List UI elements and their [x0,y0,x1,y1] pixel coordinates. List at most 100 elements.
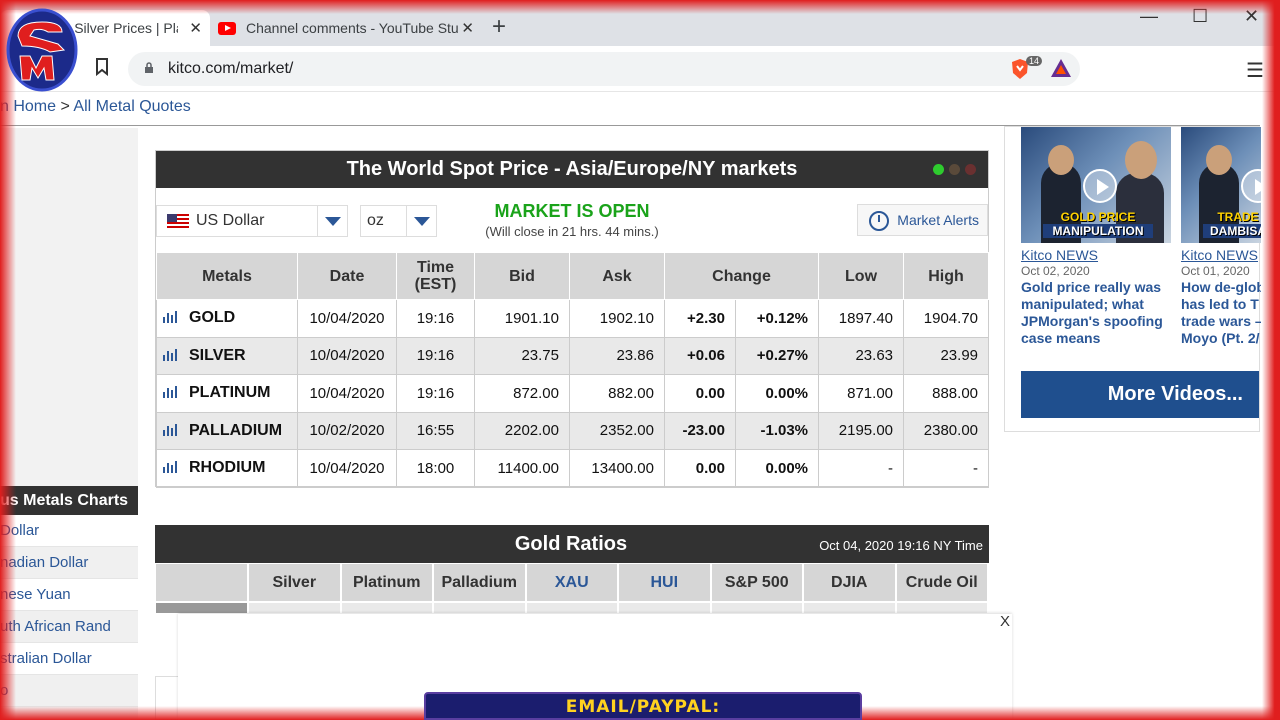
col-header-low[interactable]: Low [818,252,905,300]
pm-charts-title: us Metals Charts [0,486,138,515]
ratio-value-cell [340,602,433,614]
col-header-high[interactable]: High [903,252,990,300]
brave-rewards-icon[interactable] [1050,58,1072,78]
metal-cell[interactable]: PLATINUM [156,374,298,413]
more-videos-button[interactable]: More Videos... [1021,371,1259,418]
email-banner: EMAIL/PAYPAL: SALIVATEMETAL@GMAIL.COM [424,692,862,720]
ask-cell: 882.00 [569,374,665,413]
video-title-line: has led to T [1181,296,1259,312]
change-percent-cell: 0.00% [734,374,820,413]
video-source-link[interactable]: Kitco NEWS [1021,247,1098,263]
close-window-button[interactable]: ✕ [1244,6,1259,27]
video-source-link[interactable]: Kitco NEWS [1181,247,1258,263]
video-date: Oct 02, 2020 [1021,264,1090,278]
video-title-line: trade wars – [1181,313,1261,329]
quote-row[interactable]: RHODIUM 10/04/2020 18:00 11400.00 13400.00 0.… [156,449,990,488]
chart-bars-icon[interactable] [163,461,179,474]
video-title-line: Moyo (Pt. 2/ [1181,330,1260,346]
minimize-button[interactable]: — [1140,6,1158,27]
unit-value: oz [367,212,384,229]
market-alerts-label: Market Alerts [897,212,979,228]
breadcrumb-home-link[interactable]: n Home [0,98,56,115]
col-header-date[interactable]: Date [297,252,397,300]
col-header-ask[interactable]: Ask [569,252,665,300]
bid-cell: 1901.10 [474,299,570,338]
tab-close-icon[interactable]: ✕ [189,19,202,37]
video-caption-bottom: DAMBISA [1203,224,1261,238]
popup-close-button[interactable]: X [1000,613,1010,630]
status-light-green [933,164,944,175]
col-header-change[interactable]: Change [663,252,820,300]
ask-cell: 13400.00 [569,449,665,488]
ratio-corner-cell [155,563,248,602]
browser-tabstrip: es | Silver Prices | Pla ✕ Channel comme… [0,0,1280,46]
quote-row[interactable]: SILVER 10/04/2020 19:16 23.75 23.86 +0.06 +0.2… [156,336,990,375]
pm-chart-link[interactable]: uth African Rand [0,611,138,643]
chevron-down-icon[interactable] [317,206,347,236]
ratio-column-header[interactable]: HUI [618,563,711,602]
video-caption-bottom: MANIPULATION [1043,224,1153,238]
chart-bars-icon[interactable] [163,311,179,324]
ratio-column-header[interactable]: XAU [525,563,618,602]
bid-cell: 872.00 [474,374,570,413]
col-header-time[interactable]: Time (EST) [396,252,475,300]
breadcrumb-current-link[interactable]: All Metal Quotes [73,98,190,115]
browser-menu-icon[interactable]: ☰ [1246,58,1264,83]
quote-row[interactable]: GOLD 10/04/2020 19:16 1901.10 1902.10 +2.30 +0… [156,299,990,338]
tab-close-icon[interactable]: ✕ [461,19,474,37]
video-caption: TRADE DAMBISA [1203,210,1261,238]
pm-chart-link[interactable]: stralian Dollar [0,643,138,675]
gold-ratios-timestamp: Oct 04, 2020 19:16 NY Time [819,538,983,553]
change-percent-cell: +0.27% [734,336,820,375]
bid-cell: 2202.00 [474,411,570,450]
metal-cell[interactable]: RHODIUM [156,449,298,488]
metal-cell[interactable]: SILVER [156,336,298,375]
chevron-down-icon[interactable] [406,206,436,236]
pm-chart-link[interactable]: nadian Dollar [0,547,138,579]
pm-charts-list: Dollar nadian Dollar nese Yuan uth African … [0,515,138,707]
guest-face [1125,141,1157,179]
pm-chart-link[interactable]: Dollar [0,515,138,547]
video-thumbnail[interactable]: TRADE DAMBISA [1181,127,1261,243]
high-cell: - [903,449,990,488]
video-thumbnail[interactable]: GOLD PRICE MANIPULATION [1021,127,1171,243]
gold-ratios-header: Gold Ratios Oct 04, 2020 19:16 NY Time [155,525,989,563]
quote-row[interactable]: PLATINUM 10/04/2020 19:16 872.00 882.00 0.00 0… [156,374,990,413]
url-text: kitco.com/market/ [168,60,294,77]
chart-bars-icon[interactable] [163,348,179,361]
market-close-countdown: (Will close in 21 hrs. 44 mins.) [485,224,659,239]
ask-cell: 2352.00 [569,411,665,450]
spot-price-widget: The World Spot Price - Asia/Europe/NY ma… [155,150,990,488]
ratio-value-cell [803,602,896,614]
play-icon[interactable] [1083,169,1117,203]
chart-bars-icon[interactable] [163,423,179,436]
time-cell: 18:00 [396,449,475,488]
maximize-button[interactable]: ☐ [1192,6,1208,27]
tab-youtube-studio[interactable]: Channel comments - YouTube Stu ✕ [212,10,482,46]
address-bar[interactable]: kitco.com/market/ 14 [128,52,1080,86]
metal-cell[interactable]: GOLD [156,299,298,338]
currency-select[interactable]: US Dollar [156,205,348,237]
high-cell: 2380.00 [903,411,990,450]
date-cell: 10/04/2020 [297,449,397,488]
col-header-bid[interactable]: Bid [474,252,570,300]
gold-ratios-columns: Silver Platinum Palladium XAU HUI S&P 500 DJIA… [155,563,989,602]
metal-cell[interactable]: PALLADIUM [156,411,298,450]
pm-chart-link[interactable]: o [0,675,138,707]
high-cell: 1904.70 [903,299,990,338]
new-tab-button[interactable]: + [492,15,506,39]
video-title-link[interactable]: How de-glob has led to T trade wars – Mo… [1181,279,1261,347]
low-cell: 23.63 [818,336,905,375]
quote-row[interactable]: PALLADIUM 10/02/2020 16:55 2202.00 2352.00 -2… [156,411,990,450]
time-cell: 19:16 [396,336,475,375]
col-header-metals[interactable]: Metals [156,252,298,300]
high-cell: 23.99 [903,336,990,375]
high-cell: 888.00 [903,374,990,413]
unit-select[interactable]: oz [360,205,437,237]
chart-bars-icon[interactable] [163,386,179,399]
pm-chart-link[interactable]: nese Yuan [0,579,138,611]
play-icon[interactable] [1241,169,1261,203]
bookmark-icon[interactable] [95,58,109,76]
video-title-link[interactable]: Gold price really was manipulated; what … [1021,279,1171,347]
market-alerts-button[interactable]: Market Alerts [857,204,988,236]
